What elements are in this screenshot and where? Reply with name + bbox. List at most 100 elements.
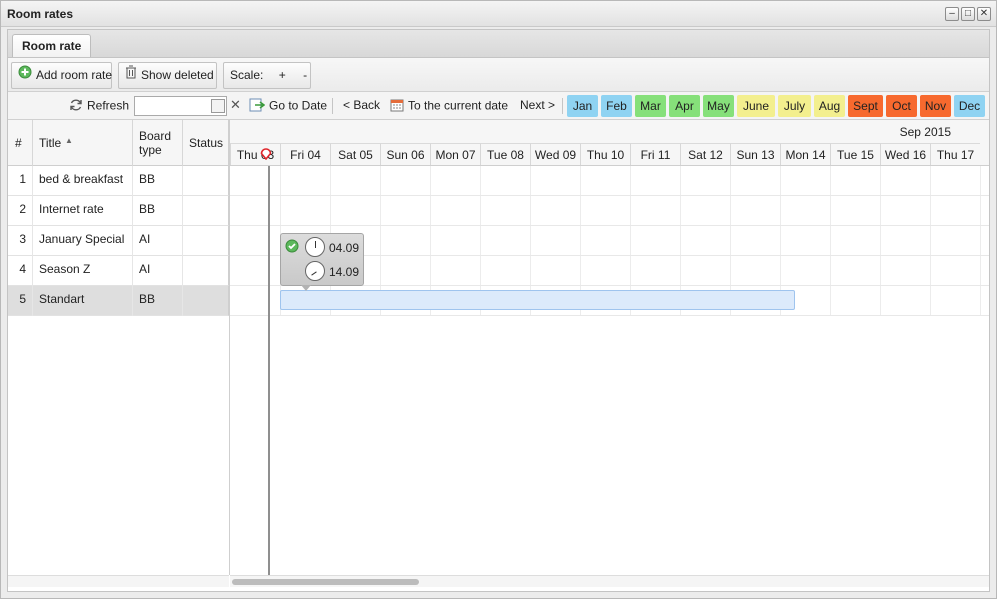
- row-board-type: BB: [133, 166, 183, 196]
- month-sept-button[interactable]: Sept: [848, 95, 883, 117]
- row-title: bed & breakfast: [33, 166, 133, 196]
- row-status: [183, 226, 229, 256]
- day-header: Tue 08: [480, 143, 530, 165]
- calendar-icon: [390, 98, 404, 115]
- separator: [332, 98, 333, 114]
- row-number: 4: [8, 256, 33, 286]
- clear-date-icon[interactable]: ✕: [230, 97, 241, 113]
- timeline-header: Sep 2015 Thu 03 Fri 04 Sat 05 Sun 06 Mon…: [230, 120, 989, 166]
- column-header-number[interactable]: #: [8, 120, 33, 166]
- tab-room-rate[interactable]: Room rate: [12, 34, 92, 59]
- main-toolbar: Add room rate Show deleted Scale: + -: [8, 58, 989, 92]
- maximize-icon[interactable]: □: [961, 7, 975, 21]
- row-title: January Special: [33, 226, 133, 256]
- day-header: Sat 12: [680, 143, 730, 165]
- table-row[interactable]: 2 Internet rate BB: [8, 196, 229, 226]
- grid-footer: [8, 575, 229, 587]
- row-board-type: AI: [133, 256, 183, 286]
- column-header-board-type[interactable]: Board type: [133, 120, 183, 166]
- room-rates-window: Room rates – □ ✕ Room rate Add room rate…: [0, 0, 997, 599]
- row-number: 2: [8, 196, 33, 226]
- separator: [562, 98, 563, 114]
- month-may-button[interactable]: May: [703, 95, 734, 117]
- go-to-date-button[interactable]: Go to Date: [249, 98, 327, 115]
- scrollbar-thumb[interactable]: [232, 579, 419, 585]
- row-status: [183, 286, 229, 316]
- day-header: Wed 16: [880, 143, 930, 165]
- table-row-selected[interactable]: 5 Standart BB: [8, 286, 229, 316]
- trash-icon: [125, 63, 137, 88]
- current-date-button[interactable]: To the current date: [390, 98, 508, 115]
- room-rate-panel: Add room rate Show deleted Scale: + - Re…: [7, 57, 990, 592]
- day-header: Thu 17: [930, 143, 980, 165]
- add-icon: [18, 63, 32, 88]
- day-header: Thu 03: [230, 143, 280, 165]
- current-date-label: To the current date: [408, 98, 509, 113]
- refresh-button[interactable]: Refresh: [69, 98, 129, 115]
- close-icon[interactable]: ✕: [977, 7, 991, 21]
- add-room-rate-label: Add room rate: [36, 68, 113, 82]
- column-header-status[interactable]: Status: [183, 120, 229, 166]
- next-button[interactable]: Next >: [520, 98, 555, 112]
- day-header: Fri 04: [280, 143, 330, 165]
- go-to-date-icon: [249, 98, 266, 115]
- sort-ascending-icon: ▲: [65, 136, 73, 145]
- day-header: Mon 07: [430, 143, 480, 165]
- tooltip-end-date: 14.09: [329, 265, 360, 279]
- back-button[interactable]: < Back: [343, 98, 380, 112]
- row-board-type: BB: [133, 286, 183, 316]
- month-jan-button[interactable]: Jan: [567, 95, 598, 117]
- today-line: [268, 166, 270, 575]
- month-aug-button[interactable]: Aug: [814, 95, 845, 117]
- row-status: [183, 196, 229, 226]
- tab-strip: Room rate: [7, 29, 990, 59]
- row-status: [183, 166, 229, 196]
- month-june-button[interactable]: June: [737, 95, 775, 117]
- month-oct-button[interactable]: Oct: [886, 95, 917, 117]
- rate-period-bar[interactable]: [280, 290, 795, 310]
- row-status: [183, 256, 229, 286]
- period-tooltip: 04.09 14.09: [280, 233, 364, 291]
- table-row[interactable]: 3 January Special AI: [8, 226, 229, 256]
- month-apr-button[interactable]: Apr: [669, 95, 700, 117]
- grid-header: # Title ▲ Board type Status: [8, 120, 229, 166]
- day-header: Tue 15: [830, 143, 880, 165]
- minimize-icon[interactable]: –: [945, 7, 959, 21]
- end-clock-icon: [305, 261, 325, 281]
- navigation-toolbar: Refresh ✕ Go to Date < Back To the curre…: [8, 92, 989, 120]
- month-nov-button[interactable]: Nov: [920, 95, 951, 117]
- row-title: Internet rate: [33, 196, 133, 226]
- row-number: 1: [8, 166, 33, 196]
- zoom-out-button[interactable]: -: [303, 68, 307, 82]
- month-july-button[interactable]: July: [778, 95, 811, 117]
- row-title: Standart: [33, 286, 133, 316]
- month-mar-button[interactable]: Mar: [635, 95, 666, 117]
- column-header-title[interactable]: Title ▲: [33, 120, 133, 166]
- refresh-label: Refresh: [87, 98, 130, 113]
- scale-group: Scale: + -: [223, 62, 311, 89]
- month-feb-button[interactable]: Feb: [601, 95, 632, 117]
- date-input[interactable]: [134, 96, 227, 116]
- add-room-rate-button[interactable]: Add room rate: [11, 62, 112, 89]
- scale-label: Scale:: [230, 68, 264, 82]
- day-header: Sun 06: [380, 143, 430, 165]
- zoom-in-button[interactable]: +: [279, 68, 286, 82]
- month-dec-button[interactable]: Dec: [954, 95, 985, 117]
- day-header: Wed 09: [530, 143, 580, 165]
- timeline-body[interactable]: 04.09 14.09: [230, 166, 989, 575]
- calendar-trigger-icon[interactable]: [211, 99, 225, 113]
- window-title: Room rates: [7, 7, 74, 21]
- table-row[interactable]: 4 Season Z AI: [8, 256, 229, 286]
- today-marker-icon: [260, 148, 272, 161]
- day-header: Fri 11: [630, 143, 680, 165]
- timeline-horizontal-scrollbar[interactable]: [230, 575, 989, 587]
- row-board-type: AI: [133, 226, 183, 256]
- go-to-date-label: Go to Date: [269, 98, 328, 113]
- show-deleted-button[interactable]: Show deleted: [118, 62, 217, 89]
- table-row[interactable]: 1 bed & breakfast BB: [8, 166, 229, 196]
- refresh-icon: [69, 98, 83, 115]
- row-number: 3: [8, 226, 33, 256]
- row-title: Season Z: [33, 256, 133, 286]
- day-header: Sun 13: [730, 143, 780, 165]
- row-number: 5: [8, 286, 33, 316]
